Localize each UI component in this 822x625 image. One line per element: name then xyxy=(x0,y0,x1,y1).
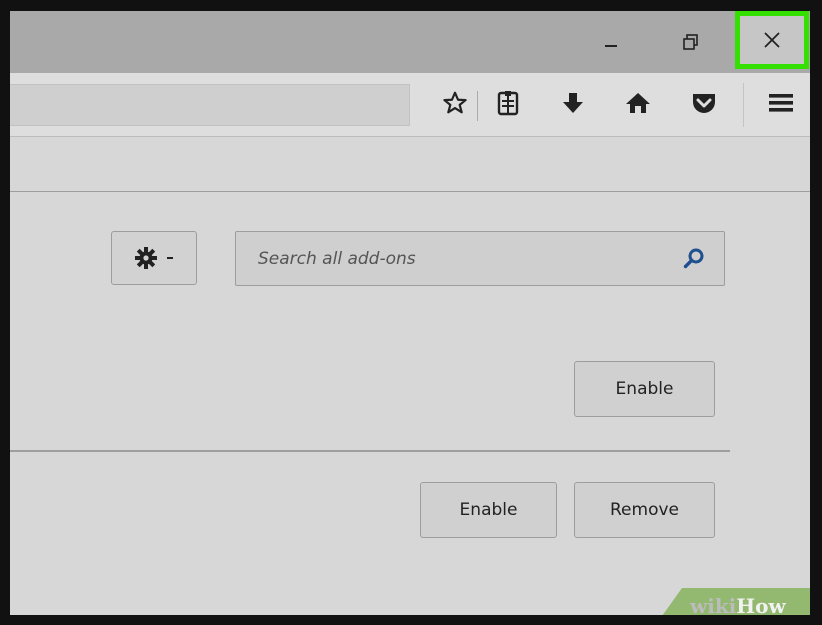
pocket-button[interactable] xyxy=(684,83,724,123)
enable-button[interactable]: Enable xyxy=(420,482,557,538)
star-bookmark-icon xyxy=(443,91,467,114)
gear-icon xyxy=(135,247,157,269)
watermark-how: How xyxy=(736,594,786,618)
wikihow-watermark: wikiHow xyxy=(690,594,786,618)
browser-window: Enable Enable Remove xyxy=(10,11,810,615)
remove-button[interactable]: Remove xyxy=(574,482,715,538)
tools-gear-button[interactable] xyxy=(111,231,197,285)
nav-toolbar xyxy=(10,73,810,137)
pocket-icon xyxy=(693,94,715,113)
menu-button[interactable] xyxy=(761,83,801,123)
search-icon xyxy=(683,248,704,269)
home-button[interactable] xyxy=(618,83,658,123)
minimize-button[interactable] xyxy=(582,11,640,73)
dropdown-arrow-icon xyxy=(167,257,173,259)
search-input[interactable] xyxy=(236,232,666,285)
enable-button[interactable]: Enable xyxy=(574,361,715,417)
toolbar-separator xyxy=(477,91,478,121)
hamburger-menu-icon xyxy=(769,94,793,112)
home-icon xyxy=(626,93,650,113)
bookmark-star-button[interactable] xyxy=(435,83,475,123)
reading-list-button[interactable] xyxy=(488,83,528,123)
addons-manager: Enable Enable Remove xyxy=(10,192,810,615)
toolbar-separator xyxy=(743,83,744,127)
close-icon xyxy=(764,32,780,48)
tab-strip xyxy=(10,137,810,192)
restore-button[interactable] xyxy=(662,11,720,73)
close-button[interactable] xyxy=(735,11,809,69)
reading-list-icon xyxy=(497,91,519,116)
downloads-button[interactable] xyxy=(553,83,593,123)
search-button[interactable] xyxy=(682,247,706,271)
addon-divider xyxy=(10,450,730,452)
download-arrow-icon xyxy=(563,93,583,113)
search-box xyxy=(235,231,725,286)
title-bar xyxy=(10,11,810,73)
restore-icon xyxy=(683,34,698,50)
url-bar[interactable] xyxy=(10,84,410,126)
watermark-wiki: wiki xyxy=(690,594,737,618)
minimize-icon xyxy=(605,45,617,47)
